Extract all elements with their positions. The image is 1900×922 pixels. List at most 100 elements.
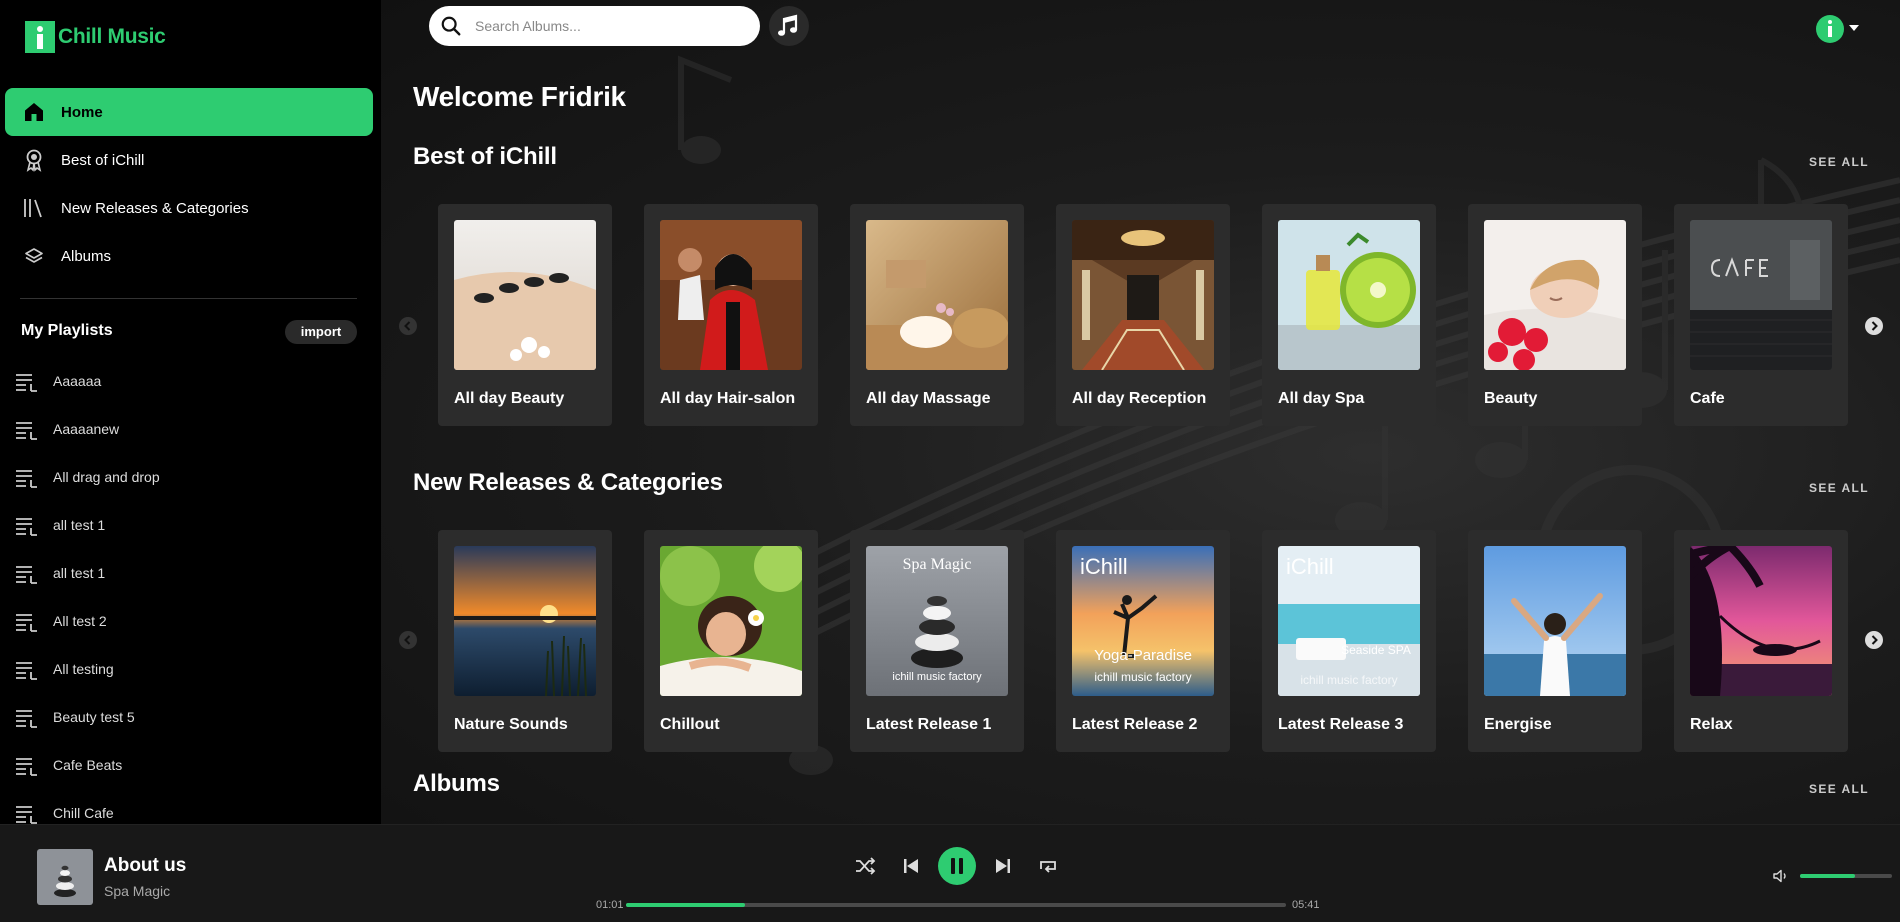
playlist-item[interactable]: all test 1 (0, 554, 381, 594)
art-text: Yoga-Paradise (1094, 647, 1192, 664)
playlist-item[interactable]: Cafe Beats (0, 746, 381, 786)
category-card[interactable]: Chillout (644, 530, 818, 752)
playlist-item[interactable]: All testing (0, 650, 381, 690)
album-card-title: All day Beauty (454, 390, 565, 407)
welcome-heading: Welcome Fridrik (413, 81, 626, 112)
search-icon (441, 16, 461, 36)
carousel-prev-button[interactable] (399, 631, 417, 649)
playlist-icon (16, 614, 37, 632)
album-art (454, 220, 596, 370)
category-card[interactable]: Nature Sounds (438, 530, 612, 752)
playlist-item[interactable]: Beauty test 5 (0, 698, 381, 738)
now-playing-artist[interactable]: Spa Magic (104, 883, 170, 899)
nav-item-home[interactable]: Home (5, 88, 373, 136)
album-card-title: Beauty (1484, 390, 1538, 407)
album-card-title: All day Reception (1072, 390, 1207, 407)
playlist-item[interactable]: Aaaaanew (0, 410, 381, 450)
album-art (1484, 546, 1626, 696)
album-card[interactable]: Cafe (1674, 204, 1848, 426)
carousel-prev-button[interactable] (399, 317, 417, 335)
playlist-item[interactable]: Chill Cafe (0, 794, 381, 824)
album-art (1278, 220, 1420, 370)
album-art (660, 546, 802, 696)
search-input[interactable] (475, 15, 745, 37)
album-art (1690, 220, 1832, 370)
section-title-albums: Albums (413, 770, 500, 797)
section-title-best-of-ichill: Best of iChill (413, 143, 557, 170)
chevron-left-icon (404, 635, 411, 645)
see-all-albums[interactable]: SEE ALL (1529, 782, 1869, 796)
album-card[interactable]: All day Hair-salon (644, 204, 818, 426)
player-bar: About us Spa Magic 01:01 05:41 (0, 824, 1900, 922)
playlist-item-label: Beauty test 5 (53, 709, 135, 725)
category-card-title: Latest Release 1 (866, 716, 992, 733)
playlist-item-label: All test 2 (53, 613, 107, 629)
carousel-next-button[interactable] (1865, 631, 1883, 649)
category-card[interactable]: iChill Seaside SPA ichill music factory … (1262, 530, 1436, 752)
album-card-title: All day Hair-salon (660, 390, 796, 407)
search-bar (429, 6, 760, 46)
previous-track-icon[interactable] (898, 853, 924, 879)
album-card[interactable]: All day Beauty (438, 204, 612, 426)
see-all-new-releases[interactable]: SEE ALL (1529, 481, 1869, 495)
award-icon (26, 149, 42, 172)
album-card[interactable]: All day Massage (850, 204, 1024, 426)
repeat-icon[interactable] (1035, 853, 1061, 879)
playlist-icon (16, 566, 37, 584)
album-art (866, 220, 1008, 370)
chevron-right-icon (1871, 635, 1878, 645)
album-art: iChill Seaside SPA ichill music factory (1278, 546, 1420, 696)
art-text: ichill music factory (1094, 670, 1191, 684)
category-card-title: Latest Release 2 (1072, 716, 1198, 733)
category-card-title: Nature Sounds (454, 716, 568, 733)
app-logo[interactable]: Chill Music (25, 21, 166, 53)
nav-item-best-of-ichill[interactable]: Best of iChill (5, 136, 373, 184)
nav-item-new-releases[interactable]: New Releases & Categories (5, 184, 373, 232)
progress-bar[interactable] (626, 903, 1286, 907)
album-card[interactable]: All day Spa (1262, 204, 1436, 426)
see-all-best-of-ichill[interactable]: SEE ALL (1529, 155, 1869, 169)
playlist-item-label: all test 1 (53, 517, 106, 533)
category-card[interactable]: Relax (1674, 530, 1848, 752)
carousel-next-button[interactable] (1865, 317, 1883, 335)
category-card-title: Latest Release 3 (1278, 716, 1404, 733)
import-button[interactable]: import (285, 320, 357, 344)
album-card[interactable]: All day Reception (1056, 204, 1230, 426)
volume-slider[interactable] (1800, 874, 1892, 878)
volume-icon[interactable] (1772, 867, 1790, 885)
logo-icon (25, 21, 55, 53)
pause-icon (951, 858, 963, 874)
album-card[interactable]: Beauty (1468, 204, 1642, 426)
progress-fill (626, 903, 745, 907)
playlist-item-label: Cafe Beats (53, 757, 123, 773)
art-text: Seaside SPA (1341, 643, 1411, 657)
music-library-button[interactable] (769, 6, 809, 46)
playlist-item-label: All drag and drop (53, 469, 160, 485)
playlist-icon (16, 662, 37, 680)
sidebar-divider (20, 298, 357, 299)
volume-fill (1800, 874, 1856, 878)
album-art (660, 220, 802, 370)
category-card[interactable]: Spa Magic ichill music factory Latest Re… (850, 530, 1024, 752)
next-track-icon[interactable] (990, 853, 1016, 879)
album-card-title: All day Spa (1278, 390, 1365, 407)
category-card[interactable]: Energise (1468, 530, 1642, 752)
total-time: 05:41 (1292, 899, 1320, 911)
playlist-item[interactable]: All test 2 (0, 602, 381, 642)
playlist-icon (16, 518, 37, 536)
album-art (454, 546, 596, 696)
user-avatar[interactable] (1816, 15, 1844, 43)
music-note-icon (778, 14, 798, 36)
playlist-item[interactable]: all test 1 (0, 506, 381, 546)
art-text: iChill (1080, 554, 1128, 579)
now-playing-title: About us (104, 855, 187, 876)
chevron-down-icon[interactable] (1849, 25, 1859, 31)
playlist-icon (16, 470, 37, 488)
category-card[interactable]: iChill Yoga-Paradise ichill music factor… (1056, 530, 1230, 752)
nav-item-albums[interactable]: Albums (5, 232, 373, 280)
shuffle-icon[interactable] (852, 853, 878, 879)
playlist-item[interactable]: Aaaaaa (0, 362, 381, 402)
play-pause-button[interactable] (938, 847, 976, 885)
nav-item-label: New Releases & Categories (61, 199, 249, 217)
playlist-item[interactable]: All drag and drop (0, 458, 381, 498)
